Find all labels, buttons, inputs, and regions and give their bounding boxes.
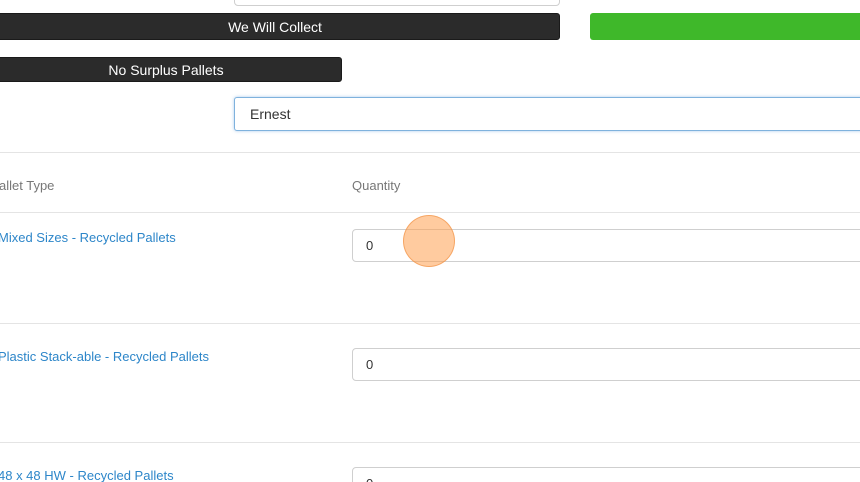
divider	[0, 152, 860, 153]
green-action-button[interactable]	[590, 13, 860, 40]
we-will-collect-button[interactable]: We Will Collect	[0, 13, 560, 40]
name-input[interactable]	[234, 97, 860, 131]
pallet-type-link-48x48-hw[interactable]: 48 x 48 HW - Recycled Pallets	[0, 468, 174, 482]
no-surplus-pallets-button[interactable]: No Surplus Pallets	[0, 57, 342, 82]
divider	[0, 212, 860, 213]
pallet-collection-form: We Will Collect No Surplus Pallets : all…	[0, 0, 860, 482]
quantity-input-mixed-sizes[interactable]	[352, 229, 860, 262]
quantity-input-48x48-hw[interactable]	[352, 467, 860, 482]
pallet-type-link-mixed-sizes[interactable]: Mixed Sizes - Recycled Pallets	[0, 230, 176, 245]
top-field[interactable]	[234, 0, 560, 6]
pallet-type-header: allet Type	[0, 178, 55, 193]
quantity-input-plastic-stackable[interactable]	[352, 348, 860, 381]
no-surplus-pallets-label: No Surplus Pallets	[108, 61, 224, 78]
we-will-collect-label: We Will Collect	[228, 18, 322, 35]
quantity-header: Quantity	[352, 178, 401, 193]
divider	[0, 323, 860, 324]
divider	[0, 442, 860, 443]
pallet-type-link-plastic-stackable[interactable]: Plastic Stack-able - Recycled Pallets	[0, 349, 209, 364]
